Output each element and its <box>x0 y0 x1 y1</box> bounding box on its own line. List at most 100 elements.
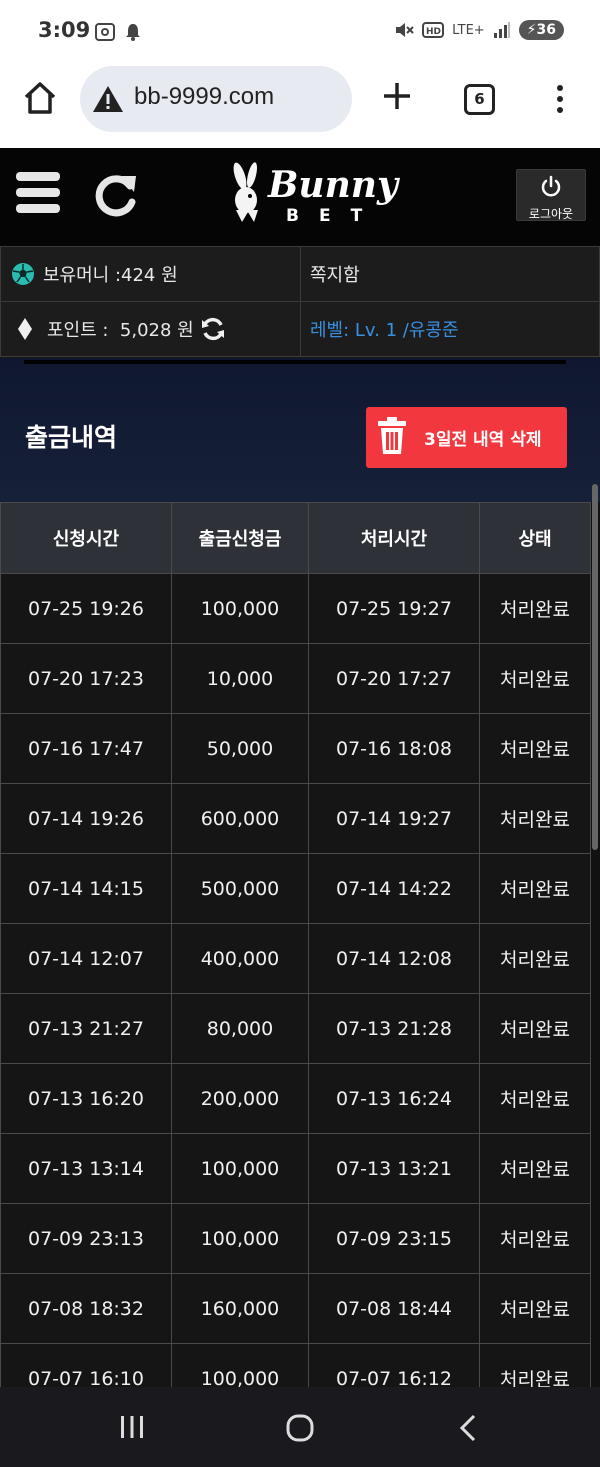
hamburger-menu-button[interactable] <box>16 172 60 216</box>
status-cell: 처리완료 <box>479 1273 591 1344</box>
request-time-cell: 07-20 17:23 <box>0 643 172 714</box>
processed-time-cell: 07-08 18:44 <box>308 1273 480 1344</box>
back-button[interactable] <box>456 1413 480 1447</box>
status-cell: 처리완료 <box>479 853 591 924</box>
processed-time-cell: 07-13 13:21 <box>308 1133 480 1204</box>
messages-link[interactable]: 쪽지함 <box>300 246 600 302</box>
logo-text: Bunny <box>268 164 398 206</box>
messages-text: 쪽지함 <box>310 265 360 286</box>
request-time-cell: 07-14 14:15 <box>0 853 172 924</box>
amount-cell: 160,000 <box>171 1273 309 1344</box>
soccer-ball-icon <box>12 263 34 285</box>
status-cell: 처리완료 <box>479 1343 591 1387</box>
table-row: 07-16 17:47 50,000 07-16 18:08 처리완료 <box>0 713 591 784</box>
svg-text:HD: HD <box>426 27 441 37</box>
column-header-status: 상태 <box>479 502 591 574</box>
request-time-cell: 07-07 16:10 <box>0 1343 172 1387</box>
request-time-cell: 07-14 12:07 <box>0 923 172 994</box>
withdrawal-table-container[interactable]: 신청시간 출금신청금 처리시간 상태 07-25 19:26 100,000 0… <box>0 502 600 1387</box>
home-button[interactable] <box>22 80 58 120</box>
level-text: 레벨: Lv. 1 /유콩준 <box>310 320 459 341</box>
browser-toolbar: bb-9999.com 6 <box>0 62 600 148</box>
amount-cell: 80,000 <box>171 993 309 1064</box>
table-row: 07-09 23:13 100,000 07-09 23:15 처리완료 <box>0 1203 591 1274</box>
money-cell: 보유머니 :424 원 <box>0 246 301 302</box>
logout-label: 로그아웃 <box>528 207 574 221</box>
table-row: 07-13 16:20 200,000 07-13 16:24 처리완료 <box>0 1063 591 1134</box>
request-time-cell: 07-09 23:13 <box>0 1203 172 1274</box>
table-row: 07-07 16:10 100,000 07-07 16:12 처리완료 <box>0 1343 591 1387</box>
lte-icon: LTE+ <box>452 22 485 38</box>
processed-time-cell: 07-14 19:27 <box>308 783 480 854</box>
status-cell: 처리완료 <box>479 783 591 854</box>
table-row: 07-13 21:27 80,000 07-13 21:28 처리완료 <box>0 993 591 1064</box>
recent-apps-button[interactable] <box>118 1413 146 1445</box>
amount-cell: 600,000 <box>171 783 309 854</box>
page-title: 출금내역 <box>25 423 118 452</box>
processed-time-cell: 07-13 21:28 <box>308 993 480 1064</box>
refresh-icon <box>95 175 136 217</box>
table-row: 07-08 18:32 160,000 07-08 18:44 처리완료 <box>0 1273 591 1344</box>
system-navigation-bar <box>0 1387 600 1467</box>
status-cell: 처리완료 <box>479 573 591 644</box>
amount-cell: 100,000 <box>171 1203 309 1274</box>
points-text: 포인트 : 5,028 원 <box>47 320 194 341</box>
processed-time-cell: 07-07 16:12 <box>308 1343 480 1387</box>
money-text: 보유머니 :424 원 <box>43 265 178 286</box>
signal-icon <box>493 22 510 38</box>
withdrawal-table: 신청시간 출금신청금 처리시간 상태 07-25 19:26 100,000 0… <box>0 502 591 1387</box>
address-bar[interactable]: bb-9999.com <box>80 66 352 132</box>
points-cell: 포인트 : 5,028 원 <box>0 301 301 357</box>
mute-icon <box>396 23 414 37</box>
hd-icon: HD <box>422 22 445 38</box>
recent-apps-icon <box>121 1416 143 1438</box>
logo-subtext: BET <box>286 206 383 226</box>
bunny-bet-logo[interactable]: Bunny BET <box>228 160 398 232</box>
processed-time-cell: 07-14 14:22 <box>308 853 480 924</box>
url-text: bb-9999.com <box>134 83 275 110</box>
processed-time-cell: 07-25 19:27 <box>308 573 480 644</box>
logout-button[interactable]: 로그아웃 <box>516 169 586 221</box>
amount-cell: 100,000 <box>171 1343 309 1387</box>
processed-time-cell: 07-16 18:08 <box>308 713 480 784</box>
home-icon <box>24 82 56 114</box>
column-header-request-time: 신청시간 <box>0 502 172 574</box>
status-time: 3:09 <box>38 18 91 42</box>
processed-time-cell: 07-20 17:27 <box>308 643 480 714</box>
request-time-cell: 07-13 16:20 <box>0 1063 172 1134</box>
trash-icon <box>378 416 406 454</box>
level-cell: 레벨: Lv. 1 /유콩준 <box>300 301 600 357</box>
table-row: 07-14 12:07 400,000 07-14 12:08 처리완료 <box>0 923 591 994</box>
request-time-cell: 07-08 18:32 <box>0 1273 172 1344</box>
tab-switcher-button[interactable]: 6 <box>464 84 495 115</box>
delete-3day-history-button[interactable]: 3일전 내역 삭제 <box>366 407 567 468</box>
request-time-cell: 07-25 19:26 <box>0 573 172 644</box>
amount-cell: 400,000 <box>171 923 309 994</box>
battery-level: 36 <box>536 22 556 38</box>
amount-cell: 50,000 <box>171 713 309 784</box>
refresh-points-button[interactable] <box>200 316 226 342</box>
request-time-cell: 07-16 17:47 <box>0 713 172 784</box>
amount-cell: 500,000 <box>171 853 309 924</box>
withdrawal-history-header: 출금내역 3일전 내역 삭제 <box>0 358 600 502</box>
battery-icon: ⚡36 <box>518 20 564 40</box>
notification-bell-icon <box>126 24 140 41</box>
request-time-cell: 07-13 13:14 <box>0 1133 172 1204</box>
processed-time-cell: 07-14 12:08 <box>308 923 480 994</box>
page-scrollbar[interactable] <box>592 484 598 850</box>
status-cell: 처리완료 <box>479 713 591 784</box>
delete-button-label: 3일전 내역 삭제 <box>424 430 542 450</box>
new-tab-button[interactable] <box>381 80 413 116</box>
table-row: 07-20 17:23 10,000 07-20 17:27 처리완료 <box>0 643 591 714</box>
home-circle-icon <box>286 1414 314 1442</box>
home-nav-button[interactable] <box>285 1413 315 1447</box>
not-secure-warning-icon <box>93 86 123 112</box>
processed-time-cell: 07-13 16:24 <box>308 1063 480 1134</box>
column-header-processed-time: 처리시간 <box>308 502 480 574</box>
amount-cell: 200,000 <box>171 1063 309 1134</box>
browser-menu-button[interactable] <box>550 82 570 118</box>
amount-cell: 10,000 <box>171 643 309 714</box>
more-dots-icon <box>557 85 563 91</box>
refresh-button[interactable] <box>90 170 140 220</box>
status-cell: 처리완료 <box>479 1133 591 1204</box>
